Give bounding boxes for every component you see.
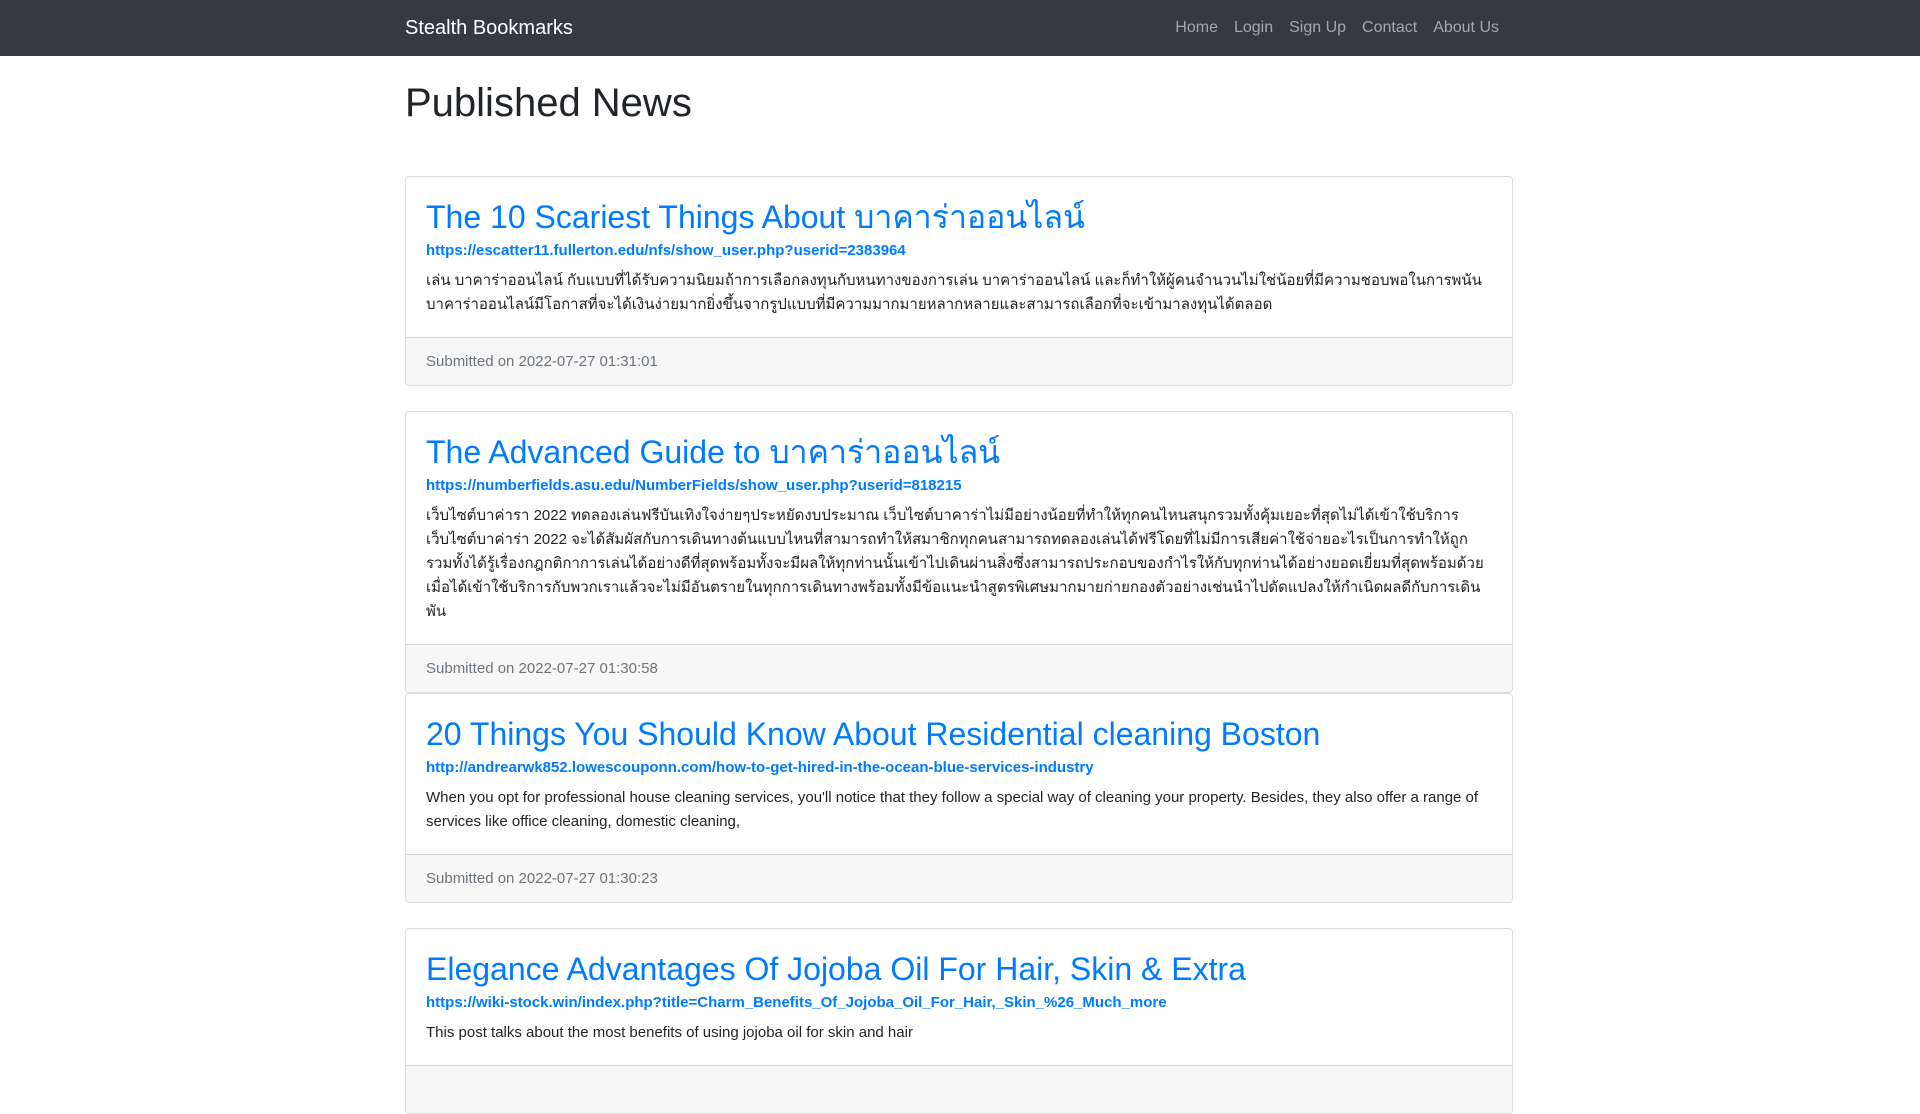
card-body: The Advanced Guide to บาคาร่าออนไลน์ htt… — [406, 412, 1512, 644]
news-source-link[interactable]: http://andrearwk852.lowescouponn.com/how… — [426, 758, 1492, 778]
news-card: The 10 Scariest Things About บาคาร่าออนไ… — [405, 176, 1513, 386]
news-card: Elegance Advantages Of Jojoba Oil For Ha… — [405, 928, 1513, 1114]
news-card: 20 Things You Should Know About Resident… — [405, 693, 1513, 903]
brand-link[interactable]: Stealth Bookmarks — [405, 14, 573, 42]
card-body: The 10 Scariest Things About บาคาร่าออนไ… — [406, 177, 1512, 337]
nav-about-link[interactable]: About Us — [1425, 17, 1507, 39]
news-summary: When you opt for professional house clea… — [426, 789, 1479, 830]
card-body: 20 Things You Should Know About Resident… — [406, 694, 1512, 854]
submitted-date — [406, 1065, 1512, 1113]
submitted-date: Submitted on 2022-07-27 01:30:23 — [406, 854, 1512, 902]
top-navbar: Stealth Bookmarks Home Login Sign Up Con… — [0, 0, 1920, 56]
news-title-link[interactable]: Elegance Advantages Of Jojoba Oil For Ha… — [426, 949, 1492, 989]
news-card: The Advanced Guide to บาคาร่าออนไลน์ htt… — [405, 411, 1513, 693]
news-title-link[interactable]: The Advanced Guide to บาคาร่าออนไลน์ — [426, 432, 1492, 472]
page-title: Published News — [405, 81, 692, 125]
nav-home-link[interactable]: Home — [1167, 17, 1226, 39]
nav-contact-link[interactable]: Contact — [1354, 17, 1425, 39]
news-summary: This post talks about the most benefits … — [426, 1024, 913, 1041]
nav-login-link[interactable]: Login — [1226, 17, 1281, 39]
submitted-date: Submitted on 2022-07-27 01:31:01 — [406, 337, 1512, 385]
submitted-date: Submitted on 2022-07-27 01:30:58 — [406, 644, 1512, 692]
news-summary: เล่น บาคาร่าออนไลน์ กับแบบที่ได้รับความน… — [426, 272, 1482, 313]
news-summary: เว็บไซต์บาค่ารา 2022 ทดลองเล่นฟรีบันเทิง… — [426, 507, 1484, 620]
nav-signup-link[interactable]: Sign Up — [1281, 17, 1354, 39]
nav-links: Home Login Sign Up Contact About Us — [1167, 17, 1507, 39]
news-title-link[interactable]: 20 Things You Should Know About Resident… — [426, 714, 1492, 754]
news-title-link[interactable]: The 10 Scariest Things About บาคาร่าออนไ… — [426, 197, 1492, 237]
news-source-link[interactable]: https://escatter11.fullerton.edu/nfs/sho… — [426, 241, 1492, 261]
card-body: Elegance Advantages Of Jojoba Oil For Ha… — [406, 929, 1512, 1065]
news-source-link[interactable]: https://wiki-stock.win/index.php?title=C… — [426, 993, 1492, 1013]
news-source-link[interactable]: https://numberfields.asu.edu/NumberField… — [426, 476, 1492, 496]
